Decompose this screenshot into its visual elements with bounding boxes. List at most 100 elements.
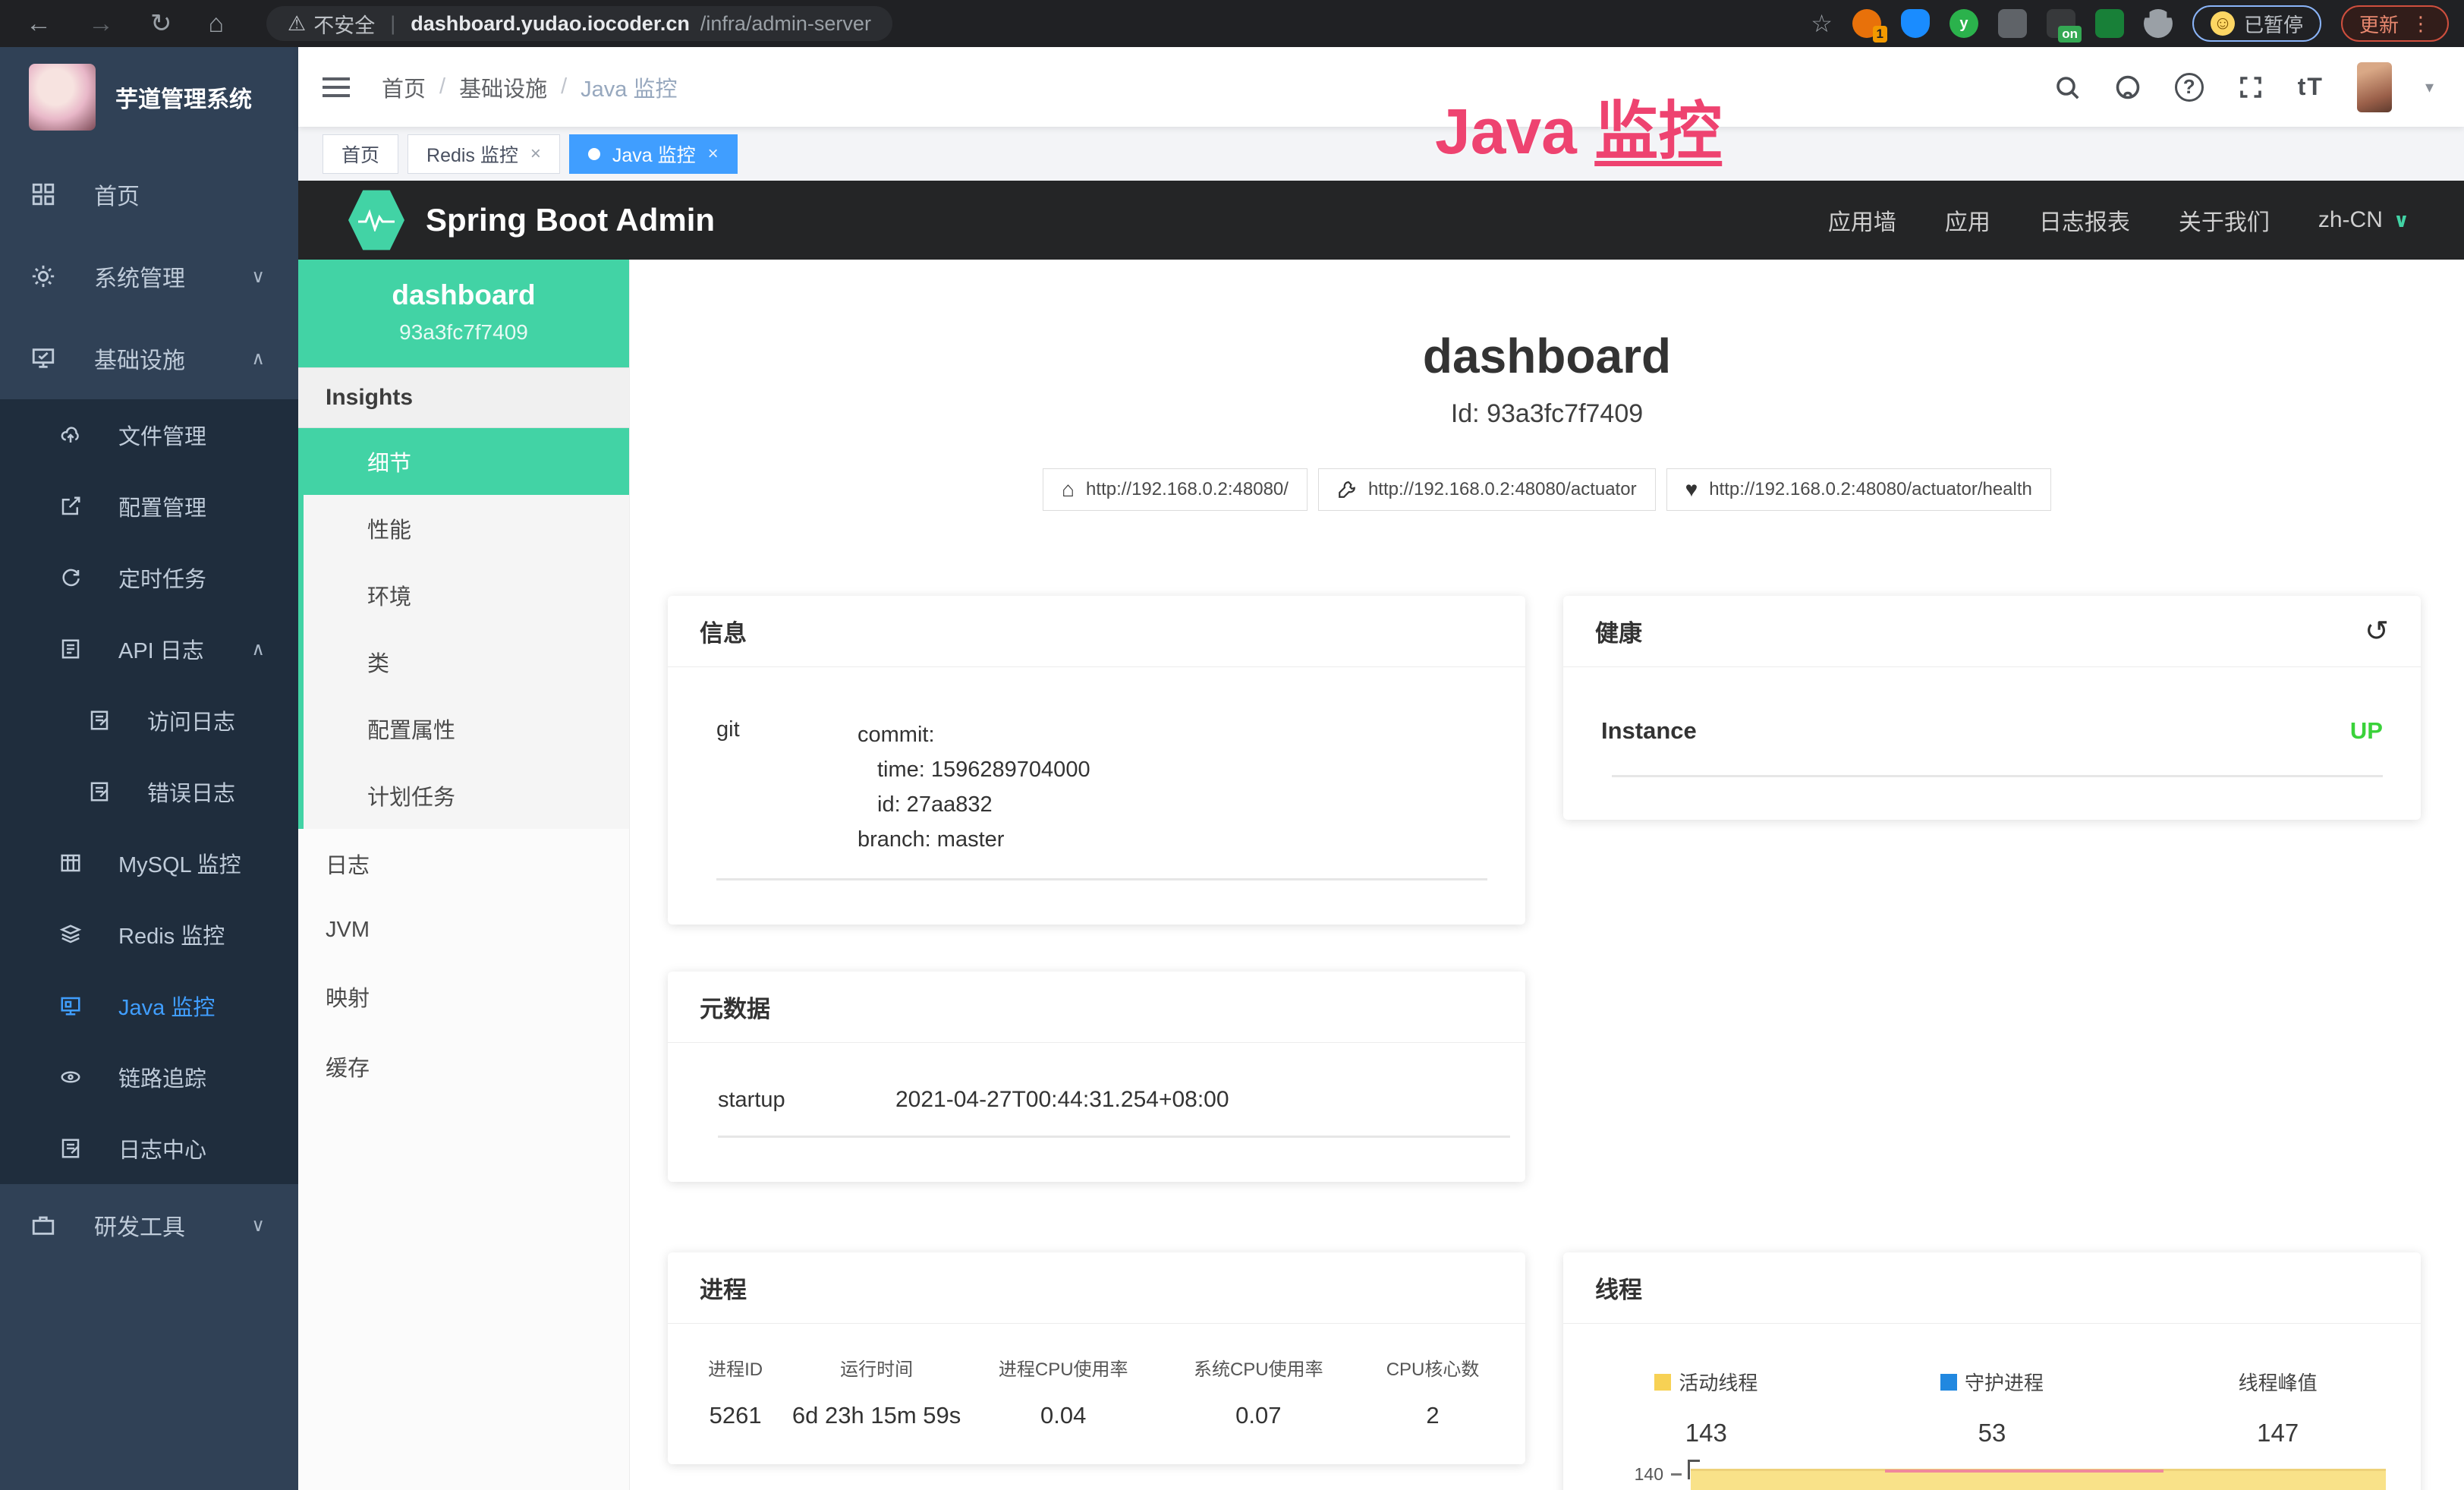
health-url: http://192.168.0.2:48080/actuator/health [1709,479,2032,500]
browser-back-icon[interactable]: ← [26,9,52,39]
extension-icon-pin[interactable] [1901,9,1930,38]
browser-forward-icon[interactable]: → [88,9,114,39]
puzzle-extension-icon[interactable] [2144,9,2173,38]
sidebar-item-config[interactable]: 配置管理 [0,471,298,542]
search-icon[interactable] [2053,74,2081,101]
extension-icon-green-y[interactable]: y [1949,9,1978,38]
insecure-warning-icon[interactable]: ⚠ [288,12,306,36]
github-icon[interactable] [2114,74,2141,101]
security-label[interactable]: 不安全 [313,9,375,39]
monitor-icon [30,345,56,371]
instance-header[interactable]: dashboard 93a3fc7f7409 [298,260,629,367]
browser-menu-dots-icon[interactable]: ⋮ [2411,12,2431,36]
sba-language-select[interactable]: zh-CN ∨ [2318,207,2409,233]
browser-home-icon[interactable]: ⌂ [209,9,225,39]
sidebar-item-label: 错误日志 [147,776,235,808]
sidebar-item-apilog[interactable]: API 日志 ∧ [0,613,298,685]
row-divider [718,1136,1510,1138]
sba-nav-wallboard[interactable]: 应用墙 [1828,203,1896,237]
sidebar-item-label: 访问日志 [147,704,235,736]
sidebar-item-label: 基础设施 [94,342,185,375]
instance-item-mappings[interactable]: 映射 [298,962,629,1032]
tab-label: 首页 [341,140,379,168]
sidebar-item-errorlog[interactable]: 错误日志 [0,756,298,827]
sidebar-item-accesslog[interactable]: 访问日志 [0,685,298,756]
insights-item-scheduled[interactable]: 计划任务 [304,762,629,829]
sidebar-item-redis[interactable]: Redis 监控 [0,899,298,970]
edit-icon [59,495,82,518]
language-value: zh-CN [2318,207,2383,233]
breadcrumb: 首页 / 基础设施 / Java 监控 [382,71,677,103]
chevron-up-icon: ∧ [251,348,265,370]
sidebar-item-infra[interactable]: 基础设施 ∧ [0,317,298,399]
browser-reload-icon[interactable]: ↻ [150,8,172,39]
breadcrumb-infra[interactable]: 基础设施 [459,71,547,103]
log-icon [88,780,111,803]
service-url: http://192.168.0.2:48080/ [1086,479,1289,500]
address-bar[interactable]: ⚠ 不安全 | dashboard.yudao.iocoder.cn /infr… [266,6,892,41]
font-size-icon[interactable]: tT [2298,73,2324,101]
insights-item-configprops[interactable]: 配置属性 [304,695,629,762]
sidebar-item-mysql[interactable]: MySQL 监控 [0,827,298,899]
extension-icon-grid[interactable] [1998,9,2027,38]
sidebar-item-java[interactable]: Java 监控 [0,970,298,1041]
health-card-title: 健康 [1595,614,1642,648]
insights-item-classes[interactable]: 类 [304,628,629,695]
sidebar-collapse-icon[interactable] [323,77,350,97]
close-icon[interactable]: × [708,143,719,165]
tab-java[interactable]: Java 监控 × [569,134,738,174]
sidebar-item-home[interactable]: 首页 [0,153,298,235]
timer-icon [59,566,82,589]
insights-item-metrics[interactable]: 性能 [304,495,629,562]
instance-item-jvm[interactable]: JVM [298,899,629,962]
tab-redis[interactable]: Redis 监控 × [408,134,560,174]
annotation-overlay: Java 监控 [1435,80,1722,172]
actuator-url-chip[interactable]: http://192.168.0.2:48080/actuator [1318,468,1656,511]
y-tick-140: 140 [1598,1464,1663,1485]
insights-item-environment[interactable]: 环境 [304,562,629,628]
page: ← → ↻ ⌂ ⚠ 不安全 | dashboard.yudao.iocoder.… [0,0,2464,1490]
fullscreen-icon[interactable] [2237,74,2264,101]
breadcrumb-home[interactable]: 首页 [382,71,426,103]
instance-sidebar: dashboard 93a3fc7f7409 Insights 细节 性能 环境… [298,260,630,1490]
sidebar-item-system[interactable]: 系统管理 ∨ [0,235,298,317]
eye-icon [59,1066,82,1088]
history-icon[interactable]: ↺ [2365,614,2389,648]
instance-item-caches[interactable]: 缓存 [298,1032,629,1101]
bookmark-star-icon[interactable]: ☆ [1811,9,1833,38]
sba-brand: Spring Boot Admin [426,202,715,238]
sidebar-item-file[interactable]: 文件管理 [0,399,298,471]
extension-badge: 1 [1873,26,1887,43]
instance-item-logs[interactable]: 日志 [298,829,629,899]
extension-icon-list[interactable]: on [2047,9,2075,38]
avatar[interactable] [2357,62,2392,112]
browser-update-button[interactable]: 更新 ⋮ [2341,5,2449,42]
health-url-chip[interactable]: ♥ http://192.168.0.2:48080/actuator/heal… [1666,468,2051,511]
avatar-caret-icon[interactable]: ▾ [2425,77,2434,97]
paused-profile-pill[interactable]: ☺ 已暂停 [2192,5,2321,42]
service-url-chip[interactable]: ⌂ http://192.168.0.2:48080/ [1043,468,1308,511]
sidebar-item-trace[interactable]: 链路追踪 [0,1041,298,1113]
url-path[interactable]: /infra/admin-server [700,12,871,36]
sidebar-item-job[interactable]: 定时任务 [0,542,298,613]
close-icon[interactable]: × [530,143,541,165]
upload-cloud-icon [59,424,82,446]
sidebar-item-logcenter[interactable]: 日志中心 [0,1113,298,1184]
sba-nav-applications[interactable]: 应用 [1945,203,1990,237]
help-icon[interactable]: ? [2175,73,2204,102]
url-domain[interactable]: dashboard.yudao.iocoder.cn [411,12,690,36]
sba-nav-journal[interactable]: 日志报表 [2039,203,2130,237]
chevron-down-icon: ∨ [251,1214,265,1236]
extension-icon-orange[interactable]: 1 [1852,9,1881,38]
page-title: dashboard [630,328,2464,384]
tab-home[interactable]: 首页 [323,134,398,174]
database-table-icon [59,852,82,874]
sba-nav-about[interactable]: 关于我们 [2179,203,2270,237]
extension-icon-person[interactable] [2095,9,2124,38]
sidebar-item-devtool[interactable]: 研发工具 ∨ [0,1184,298,1266]
sidebar-item-label: 配置管理 [118,490,206,522]
health-instance-label[interactable]: Instance [1601,717,1697,745]
insights-item-details[interactable]: 细节 [304,428,629,495]
metadata-card: 元数据 startup 2021-04-27T00:44:31.254+08:0… [668,972,1525,1182]
topbar: 首页 / 基础设施 / Java 监控 ? tT ▾ Java 监控 [298,47,2464,127]
